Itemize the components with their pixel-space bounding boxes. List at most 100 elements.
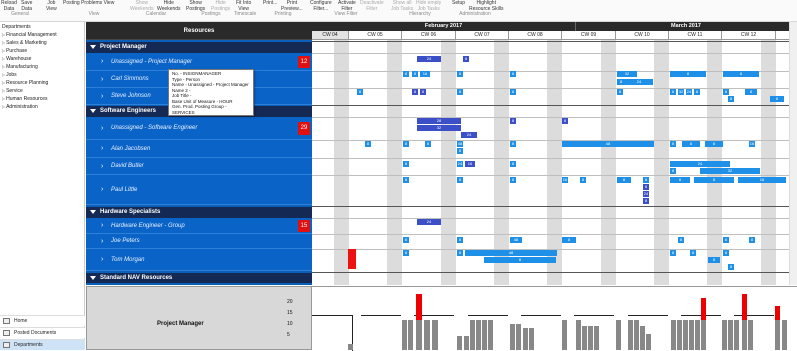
- task-bar[interactable]: 8: [562, 118, 568, 124]
- task-bar[interactable]: 8: [403, 141, 409, 147]
- nav-item-purchase[interactable]: ▷Purchase: [2, 48, 27, 54]
- task-bar[interactable]: 8: [670, 89, 676, 95]
- nav-item-departments[interactable]: Departments: [2, 24, 31, 30]
- task-bar[interactable]: 8: [617, 79, 625, 85]
- task-bar[interactable]: 48: [562, 141, 654, 147]
- task-bar[interactable]: 8: [403, 161, 409, 167]
- task-bar[interactable]: 32: [678, 89, 684, 95]
- nav-footer-posted-documents[interactable]: Posted Documents: [0, 327, 85, 338]
- task-bar[interactable]: 8: [708, 257, 720, 263]
- task-bar[interactable]: 16: [465, 161, 475, 167]
- nav-item-resource-planning[interactable]: ▷Resource Planning: [2, 80, 48, 86]
- task-bar[interactable]: 8: [403, 237, 409, 243]
- week-header[interactable]: CW 06: [402, 31, 456, 40]
- task-bar[interactable]: 8: [510, 89, 516, 95]
- task-bar[interactable]: 8: [357, 89, 363, 95]
- task-bar[interactable]: 8: [457, 250, 463, 256]
- task-bar[interactable]: 8: [723, 250, 729, 256]
- resource-row[interactable]: › Paul Little: [86, 175, 312, 205]
- task-bar[interactable]: 8: [670, 177, 690, 183]
- week-header[interactable]: CW 05: [349, 31, 402, 40]
- task-bar[interactable]: 8: [457, 71, 463, 77]
- week-header[interactable]: CW 04: [312, 31, 349, 40]
- task-bar[interactable]: 16: [738, 177, 786, 183]
- task-bar[interactable]: 24: [417, 56, 441, 62]
- task-bar[interactable]: 8: [728, 96, 734, 102]
- task-bar[interactable]: 8: [643, 198, 649, 204]
- task-bar[interactable]: 8: [670, 71, 706, 77]
- nav-item-service[interactable]: ▷Service: [2, 88, 23, 94]
- task-bar[interactable]: 8: [510, 161, 516, 167]
- task-bar[interactable]: 8: [510, 118, 516, 124]
- week-header[interactable]: CW 10: [616, 31, 669, 40]
- expand-icon[interactable]: ▷: [2, 48, 5, 53]
- task-bar[interactable]: 8: [670, 141, 676, 147]
- task-bar[interactable]: 8: [723, 237, 729, 243]
- task-bar[interactable]: 8: [617, 89, 623, 95]
- task-bar[interactable]: 8: [510, 177, 516, 183]
- resource-row[interactable]: › Tom Morgan: [86, 249, 312, 271]
- task-bar[interactable]: 8: [728, 264, 734, 270]
- task-bar[interactable]: 8: [678, 237, 684, 243]
- task-bar[interactable]: 8: [412, 89, 418, 95]
- task-bar[interactable]: 32: [417, 125, 461, 131]
- task-bar[interactable]: 8: [705, 141, 723, 147]
- week-header[interactable]: CW 11: [669, 31, 722, 40]
- week-header[interactable]: CW 09: [562, 31, 616, 40]
- task-bar[interactable]: 24: [625, 79, 653, 85]
- task-bar[interactable]: 8: [457, 89, 463, 95]
- print-button[interactable]: Print...: [263, 0, 277, 7]
- resource-row[interactable]: › David Butler: [86, 158, 312, 175]
- resources-column-header[interactable]: Resources: [86, 22, 312, 40]
- nav-item-warehouse[interactable]: ▷Warehouse: [2, 56, 31, 62]
- expand-icon[interactable]: ▷: [2, 40, 5, 45]
- week-header[interactable]: CW 07: [456, 31, 509, 40]
- task-bar[interactable]: 16: [562, 177, 568, 183]
- task-bar[interactable]: 8: [457, 237, 463, 243]
- task-bar[interactable]: 8: [457, 177, 463, 183]
- task-bar[interactable]: 48: [457, 141, 463, 147]
- task-bar[interactable]: 8: [670, 250, 676, 256]
- resource-row[interactable]: › Alan Jacobsen: [86, 140, 312, 158]
- task-bar[interactable]: 8: [694, 89, 700, 95]
- task-bar[interactable]: 8: [749, 237, 755, 243]
- resource-row[interactable]: › Joe Peters: [86, 234, 312, 249]
- group-header-project-manager[interactable]: Project Manager: [86, 42, 312, 53]
- nav-item-sales-marketing[interactable]: ▷Sales & Marketing: [2, 40, 47, 46]
- task-bar[interactable]: 24: [686, 89, 692, 95]
- task-bar[interactable]: 8: [643, 177, 649, 183]
- task-bar[interactable]: 8: [682, 141, 700, 147]
- group-header-standard-nav-resources[interactable]: Standard NAV Resources: [86, 273, 312, 283]
- group-header-hardware-specialists[interactable]: Hardware Specialists: [86, 207, 312, 218]
- expand-icon[interactable]: ▷: [2, 72, 5, 77]
- resource-row[interactable]: › Unassigned - Software Engineer 29: [86, 117, 312, 140]
- setup-button[interactable]: Setup: [452, 0, 465, 7]
- task-bar[interactable]: 8: [694, 177, 734, 183]
- task-bar[interactable]: 48: [465, 250, 557, 256]
- task-bar[interactable]: 8: [510, 71, 516, 77]
- expand-icon[interactable]: ▷: [2, 88, 5, 93]
- task-bar[interactable]: 8: [463, 56, 469, 62]
- task-bar[interactable]: 24: [670, 161, 730, 167]
- task-bar[interactable]: 24: [643, 191, 649, 197]
- task-bar[interactable]: 8: [403, 177, 409, 183]
- task-bar[interactable]: 32: [700, 168, 760, 174]
- task-bar[interactable]: 8: [412, 71, 418, 77]
- nav-item-financial-management[interactable]: ▷Financial Management: [2, 32, 57, 38]
- task-bar[interactable]: 8: [770, 96, 784, 102]
- task-bar[interactable]: 8: [580, 177, 586, 183]
- task-bar[interactable]: 8: [365, 141, 371, 147]
- task-bar[interactable]: 16: [749, 141, 755, 147]
- resource-row[interactable]: › Hardware Engineer - Group 15: [86, 218, 312, 234]
- task-bar[interactable]: 28: [417, 118, 461, 124]
- expand-icon[interactable]: ▷: [2, 96, 5, 101]
- task-bar[interactable]: 24: [457, 161, 463, 167]
- task-bar[interactable]: 8: [562, 237, 576, 243]
- task-bar[interactable]: 8: [723, 71, 759, 77]
- nav-footer-departments[interactable]: Departments: [0, 339, 85, 350]
- task-bar[interactable]: 8: [484, 257, 556, 263]
- week-header[interactable]: CW 08: [509, 31, 562, 40]
- task-bar[interactable]: 8: [723, 89, 729, 95]
- expand-icon[interactable]: ▷: [2, 64, 5, 69]
- nav-item-manufacturing[interactable]: ▷Manufacturing: [2, 64, 38, 70]
